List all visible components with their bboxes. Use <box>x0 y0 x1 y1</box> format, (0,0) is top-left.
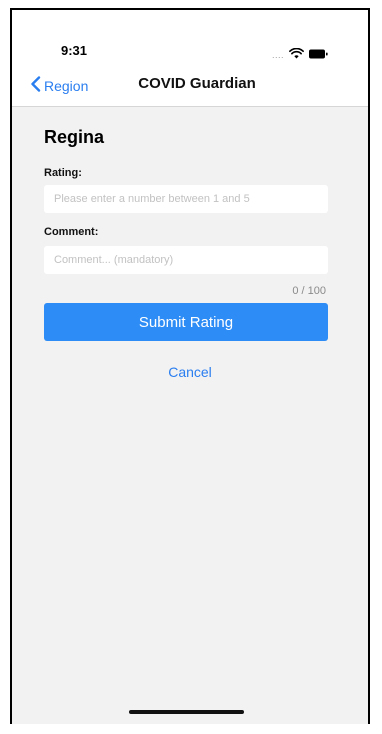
submit-rating-button[interactable]: Submit Rating <box>44 303 328 341</box>
nav-title: COVID Guardian <box>138 75 256 92</box>
status-icons: .... <box>272 46 328 64</box>
character-counter: 0 / 100 <box>292 285 326 297</box>
wifi-icon <box>289 46 304 64</box>
signal-dots: .... <box>271 49 284 60</box>
home-indicator <box>129 710 244 714</box>
battery-icon <box>309 46 328 64</box>
rating-label: Rating: <box>44 167 82 179</box>
cancel-button[interactable]: Cancel <box>12 364 368 380</box>
rating-input[interactable] <box>44 185 328 213</box>
place-title: Regina <box>44 127 105 147</box>
device-screen: 9:31 .... Region COVID Guardian Regina R… <box>10 8 370 724</box>
comment-input[interactable] <box>44 246 328 274</box>
status-time: 9:31 <box>61 43 88 58</box>
status-bar: 9:31 .... <box>12 10 368 70</box>
navigation-bar: Region COVID Guardian <box>12 70 368 107</box>
comment-label: Comment: <box>44 226 99 238</box>
rating-form: Regina Rating: Comment: 0 / 100 Submit R… <box>12 107 368 724</box>
